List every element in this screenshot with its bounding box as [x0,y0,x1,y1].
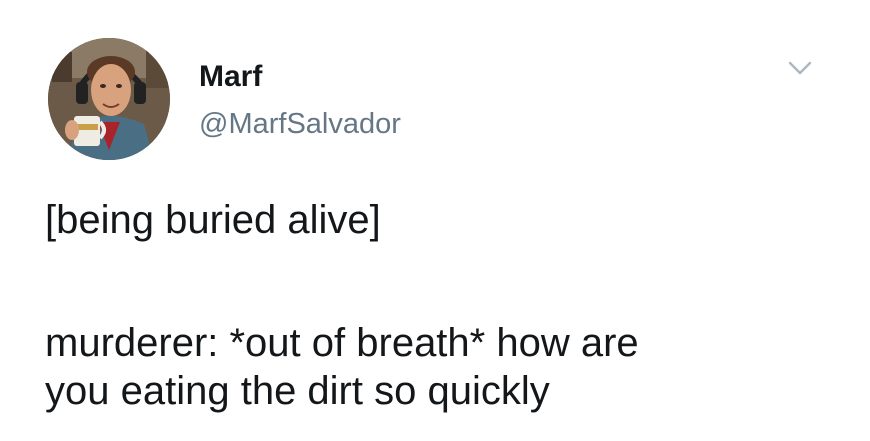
tweet-text-line: you eating the dirt so quickly [45,369,550,413]
author-handle[interactable]: @MarfSalvador [199,106,401,142]
avatar[interactable] [48,38,170,160]
tweet-card: Marf @MarfSalvador [being buried alive] … [0,0,870,441]
profile-photo-icon [48,38,170,160]
tweet-text-line: murderer: *out of breath* how are [45,321,639,365]
author-display-name[interactable]: Marf [199,59,262,95]
tweet-text-line: [being buried alive] [45,198,381,242]
chevron-down-icon[interactable] [787,58,813,78]
